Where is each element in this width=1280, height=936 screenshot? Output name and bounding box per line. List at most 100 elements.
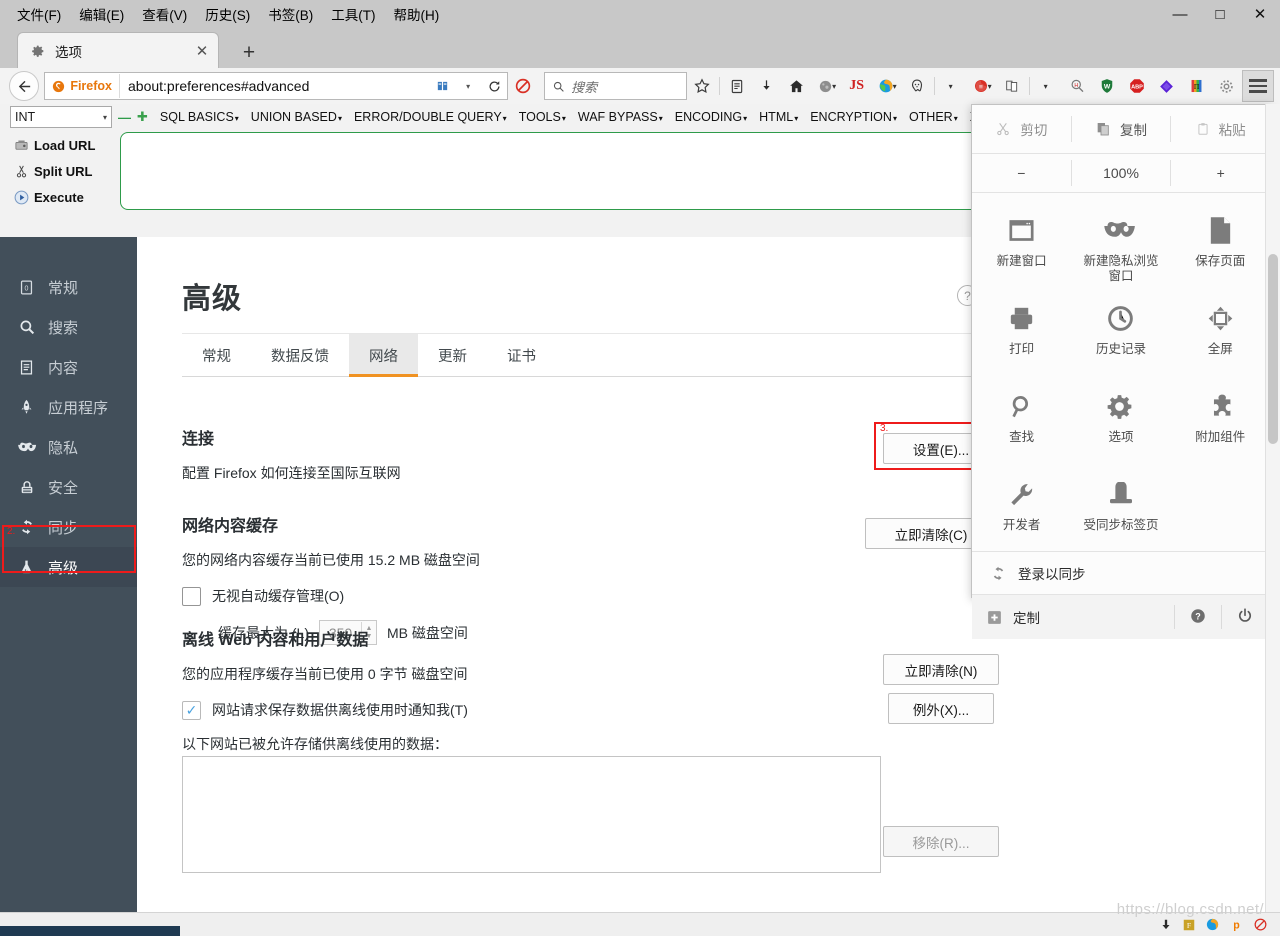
downloads-tray-icon[interactable] (1159, 918, 1173, 932)
menu-bookmarks[interactable]: 书签(B) (259, 1, 322, 27)
menu-item-history[interactable]: 历史记录 (1071, 287, 1170, 375)
menu-item-new-window[interactable]: 新建窗口 (972, 199, 1071, 287)
moon-reader-button[interactable]: ▾ (812, 71, 842, 101)
hackbar-split-url-button[interactable]: Split URL (8, 158, 112, 184)
javascript-toggle-button[interactable]: JS (842, 71, 872, 101)
tab-options[interactable]: 选项 ✕ (18, 33, 218, 68)
settings-gear-button[interactable] (1212, 71, 1242, 101)
noscript-tray-icon[interactable] (1253, 917, 1268, 932)
customize-button[interactable]: 定制 (986, 607, 1040, 627)
sidebar-item-applications[interactable]: 应用程序 (0, 387, 137, 427)
menu-tools[interactable]: 工具(T) (322, 1, 384, 27)
menu-item-print[interactable]: 打印 (972, 287, 1071, 375)
sign-in-to-sync-button[interactable]: 登录以同步 (972, 551, 1270, 594)
tab-data-choices[interactable]: 数据反馈 (251, 334, 349, 376)
hackbar-execute-button[interactable]: Execute (8, 184, 112, 210)
reading-list-button[interactable] (722, 71, 752, 101)
menu-item-new-private-window[interactable]: 新建隐私浏览窗口 (1071, 199, 1170, 287)
sidebar-item-general[interactable]: 0 常规 (0, 267, 137, 307)
home-button[interactable] (782, 71, 812, 101)
sidebar-item-privacy[interactable]: 隐私 (0, 427, 137, 467)
menu-edit[interactable]: 编辑(E) (70, 1, 133, 27)
zoom-in-button[interactable]: + (1171, 165, 1270, 181)
hackbar-menu-waf-bypass[interactable]: WAF BYPASS▾ (578, 110, 663, 124)
adblockplus-button[interactable]: ABP (1122, 71, 1152, 101)
tamper-caret[interactable]: ▾ (1032, 71, 1062, 101)
menu-item-addons[interactable]: 附加组件 (1171, 375, 1270, 463)
hackbar-menu-encoding[interactable]: ENCODING▾ (675, 110, 747, 124)
back-button[interactable] (8, 71, 40, 101)
tab-close-button[interactable]: ✕ (190, 39, 214, 63)
wot-button[interactable]: W (1092, 71, 1122, 101)
minimize-button[interactable]: — (1160, 0, 1200, 28)
cache-override-checkbox[interactable] (182, 586, 201, 606)
ghostery-button[interactable] (902, 71, 932, 101)
hackbar-menu-tools[interactable]: TOOLS▾ (519, 110, 566, 124)
zoom-level-value[interactable]: 100% (1072, 165, 1171, 181)
copy-button[interactable]: 复制 (1072, 105, 1171, 153)
reader-caret-icon[interactable]: ▾ (455, 74, 481, 98)
offline-remove-button[interactable]: 移除(R)... (883, 826, 999, 857)
pdf-tray-icon[interactable]: p (1229, 917, 1244, 932)
downloads-button[interactable] (752, 71, 782, 101)
sidebar-item-security[interactable]: 安全 (0, 467, 137, 507)
hackbar-menu-union-based[interactable]: UNION BASED▾ (251, 110, 342, 124)
hackbar-menu-html[interactable]: HTML▾ (759, 110, 798, 124)
tamper-data-button[interactable] (997, 71, 1027, 101)
paste-button[interactable]: 粘贴 (1171, 105, 1270, 153)
tray-app-icon[interactable]: F (1182, 918, 1196, 932)
offline-sites-list[interactable] (182, 756, 881, 873)
hackbar-menu-sql-basics[interactable]: SQL BASICS▾ (160, 110, 239, 124)
bluebadge-button[interactable] (1152, 71, 1182, 101)
menu-item-fullscreen[interactable]: 全屏 (1171, 287, 1270, 375)
identity-box[interactable]: Firefox (45, 74, 120, 98)
hackbar-load-url-button[interactable]: Load URL (8, 132, 112, 158)
vertical-scrollbar[interactable] (1265, 104, 1280, 913)
chevron-down-icon[interactable]: ▾ (893, 82, 897, 91)
menu-view[interactable]: 查看(V) (133, 1, 196, 27)
menu-help[interactable]: 帮助(H) (385, 1, 449, 27)
cookie-manager-button[interactable]: ≡ ▾ (967, 71, 997, 101)
hackbar-plus-button[interactable]: ✚ (137, 109, 148, 125)
tab-certificates[interactable]: 证书 (487, 334, 556, 376)
offline-notify-row[interactable]: ✓ 网站请求保存数据供离线使用时通知我(T) (182, 700, 1262, 720)
menu-file[interactable]: 文件(F) (8, 1, 70, 27)
offline-exceptions-button[interactable]: 例外(X)... (888, 693, 994, 724)
firebug-button[interactable]: ▾ (872, 71, 902, 101)
search-bar[interactable]: 搜索 (544, 72, 687, 100)
offline-notify-checkbox[interactable]: ✓ (182, 700, 201, 720)
hackbar-menu-encryption[interactable]: ENCRYPTION▾ (810, 110, 897, 124)
cut-button[interactable]: 剪切 (972, 105, 1071, 153)
reader-mode-button[interactable] (429, 74, 455, 98)
firebug-tray-icon[interactable] (1205, 917, 1220, 932)
colorzilla-button[interactable]: Π (1182, 71, 1212, 101)
chevron-down-icon[interactable]: ▾ (988, 82, 992, 91)
tab-network[interactable]: 网络 (349, 334, 418, 377)
hackbar-type-select[interactable]: INT ▾ (10, 106, 112, 128)
menu-item-synced-tabs[interactable]: 受同步标签页 (1071, 463, 1170, 551)
offline-clear-now-button[interactable]: 立即清除(N) (883, 654, 999, 685)
menu-history[interactable]: 历史(S) (196, 1, 259, 27)
scrollbar-thumb[interactable] (1268, 254, 1278, 444)
zoom-out-button[interactable]: − (972, 165, 1071, 181)
hackbar-minus-button[interactable]: — (118, 110, 131, 125)
new-tab-button[interactable]: + (236, 40, 262, 66)
menu-button[interactable] (1241, 70, 1274, 102)
url-text[interactable]: about:preferences#advanced (120, 78, 429, 94)
close-button[interactable]: ✕ (1240, 0, 1280, 28)
sidebar-item-search[interactable]: 搜索 (0, 307, 137, 347)
hackbar-menu-error-double-query[interactable]: ERROR/DOUBLE QUERY▾ (354, 110, 507, 124)
help-button[interactable]: ? (1189, 607, 1207, 628)
chevron-down-icon[interactable]: ▾ (832, 82, 836, 91)
quit-button[interactable] (1236, 607, 1254, 628)
reload-button[interactable] (481, 74, 507, 98)
bookmark-star-button[interactable] (687, 71, 717, 101)
noscript-button[interactable] (508, 71, 538, 101)
menu-item-find[interactable]: 查找 (972, 375, 1071, 463)
hackbar-menu-other[interactable]: OTHER▾ (909, 110, 958, 124)
tab-general[interactable]: 常规 (182, 334, 251, 376)
menu-item-save-page[interactable]: 保存页面 (1171, 199, 1270, 287)
ghostery-caret[interactable]: ▾ (937, 71, 967, 101)
menu-item-options[interactable]: 选项 (1071, 375, 1170, 463)
address-bar[interactable]: Firefox about:preferences#advanced ▾ (44, 72, 509, 100)
